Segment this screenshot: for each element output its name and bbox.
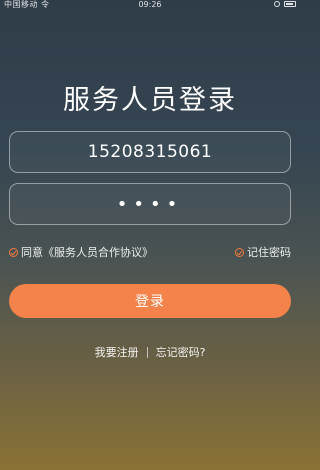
- clock: 09:26: [138, 0, 162, 9]
- page-title: 服务人员登录: [63, 85, 237, 116]
- remember-password-checkbox[interactable]: 记住密码: [235, 244, 291, 260]
- check-circle-icon[interactable]: [9, 247, 18, 257]
- login-button[interactable]: 登录: [9, 284, 291, 318]
- check-circle-icon[interactable]: [235, 247, 244, 257]
- login-options: 同意《服务人员合作协议》 记住密码: [9, 244, 291, 260]
- account-links: 我要注册 忘记密码?: [0, 344, 300, 360]
- password-input[interactable]: ••••: [117, 194, 183, 215]
- alarm-icon: [274, 1, 280, 7]
- status-icons: [274, 1, 296, 7]
- divider: [146, 346, 148, 358]
- forgot-password-link[interactable]: 忘记密码?: [156, 344, 206, 360]
- phone-field-container: [9, 131, 291, 173]
- agreement-checkbox[interactable]: 同意《服务人员合作协议》: [9, 244, 153, 260]
- password-field-container[interactable]: ••••: [9, 183, 291, 225]
- agreement-label[interactable]: 同意《服务人员合作协议》: [21, 244, 153, 260]
- phone-input[interactable]: [10, 132, 290, 172]
- register-link[interactable]: 我要注册: [95, 344, 139, 360]
- status-bar: 中国移动 令 09:26: [0, 0, 300, 10]
- battery-icon: [284, 1, 296, 7]
- remember-password-label[interactable]: 记住密码: [247, 244, 291, 260]
